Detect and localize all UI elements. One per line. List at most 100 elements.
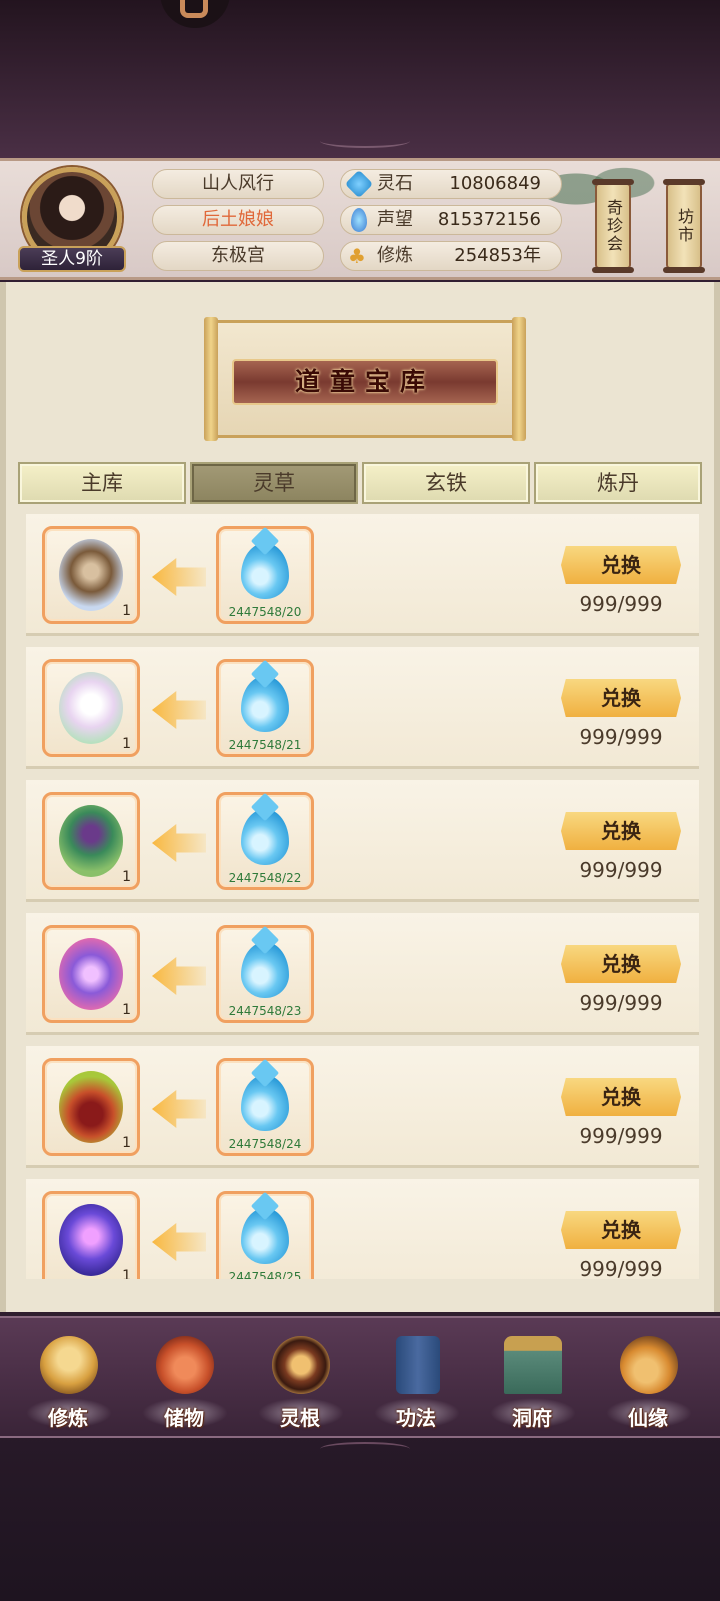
exchange-list[interactable]: 1 2447548/20 兑换 999/999 1 2447548/21 兑换 … (26, 514, 699, 1279)
nav-storage[interactable]: 储物 (134, 1328, 234, 1432)
item-slot[interactable]: 1 (42, 526, 140, 624)
top-ornament (320, 134, 410, 148)
nav-cave-mansion[interactable]: 洞府 (482, 1328, 582, 1432)
player-name: 山人风行 (152, 169, 324, 199)
cost-label: 2447548/24 (228, 1137, 302, 1151)
exchange-arrow-icon (152, 824, 206, 862)
exchange-button[interactable]: 兑换 (561, 812, 681, 850)
cost-label: 2447548/25 (228, 1270, 302, 1279)
item-slot[interactable]: 1 (42, 925, 140, 1023)
list-item: 1 2447548/25 兑换 999/999 (26, 1179, 699, 1279)
exchange-arrow-icon (152, 957, 206, 995)
stat-value: 254853年 (454, 245, 541, 266)
nav-fate[interactable]: 仙缘 (598, 1328, 698, 1432)
cost-label: 2447548/22 (228, 871, 302, 885)
spirit-water-icon (241, 809, 289, 865)
nav-cultivation[interactable]: 修炼 (18, 1328, 118, 1432)
market-button[interactable]: 坊市 (663, 179, 705, 273)
list-item: 1 2447548/20 兑换 999/999 (26, 514, 699, 636)
stock-count: 999/999 (579, 1257, 663, 1279)
exchange-arrow-icon (152, 1090, 206, 1128)
exchange-arrow-icon (152, 1223, 206, 1261)
cost-slot[interactable]: 2447548/20 (216, 526, 314, 624)
treasure-fair-button[interactable]: 奇珍会 (592, 179, 634, 273)
nav-spirit-root[interactable]: 灵根 (250, 1328, 350, 1432)
nav-label: 仙缘 (628, 1406, 668, 1430)
item-slot[interactable]: 1 (42, 1191, 140, 1279)
nav-label: 储物 (164, 1406, 204, 1430)
stat-value: 815372156 (437, 209, 541, 230)
list-item: 1 2447548/22 兑换 999/999 (26, 780, 699, 902)
stock-count: 999/999 (579, 991, 663, 1015)
rank-badge: 圣人9阶 (18, 246, 126, 272)
peacock-feather-icon (59, 805, 123, 877)
cost-slot[interactable]: 2447548/22 (216, 792, 314, 890)
player-faction: 东极宫 (152, 241, 324, 271)
stock-count: 999/999 (579, 725, 663, 749)
tab-main-vault[interactable]: 主库 (18, 462, 186, 504)
item-quantity: 1 (122, 603, 131, 619)
exchange-arrow-icon (152, 691, 206, 729)
nav-label: 洞府 (512, 1406, 552, 1430)
exchange-button[interactable]: 兑换 (561, 945, 681, 983)
player-title: 后土娘娘 (152, 205, 324, 235)
bottom-ornament (320, 1442, 410, 1456)
crystal-flower-icon (59, 938, 123, 1010)
spirit-water-icon (241, 543, 289, 599)
exchange-button[interactable]: 兑换 (561, 1078, 681, 1116)
cost-slot[interactable]: 2447548/23 (216, 925, 314, 1023)
list-item: 1 2447548/23 兑换 999/999 (26, 913, 699, 1035)
cultivation-icon (40, 1336, 98, 1394)
app-logo-icon (180, 0, 208, 18)
spirit-stone-icon (344, 169, 374, 199)
item-slot[interactable]: 1 (42, 792, 140, 890)
list-item: 1 2447548/21 兑换 999/999 (26, 647, 699, 769)
cost-label: 2447548/20 (228, 605, 302, 619)
stat-reputation: 声望 815372156 (340, 205, 562, 235)
stat-label: 修炼 (377, 245, 413, 266)
cost-slot[interactable]: 2447548/21 (216, 659, 314, 757)
item-quantity: 1 (122, 1135, 131, 1151)
technique-book-icon (396, 1336, 440, 1394)
purple-lotus-icon (59, 1204, 123, 1276)
tab-dark-iron[interactable]: 玄铁 (362, 462, 530, 504)
banner-cap-right (512, 317, 526, 441)
exchange-button[interactable]: 兑换 (561, 1211, 681, 1249)
storage-bag-icon (156, 1336, 214, 1394)
exchange-button[interactable]: 兑换 (561, 679, 681, 717)
list-item: 1 2447548/24 兑换 999/999 (26, 1046, 699, 1168)
player-header: 圣人9阶 山人风行 后土娘娘 东极宫 灵石 10806849 声望 815372… (0, 158, 720, 280)
stock-count: 999/999 (579, 858, 663, 882)
bottom-nav: 修炼 储物 灵根 功法 洞府 仙缘 (0, 1316, 720, 1438)
cost-label: 2447548/21 (228, 738, 302, 752)
tab-alchemy[interactable]: 炼丹 (534, 462, 702, 504)
item-slot[interactable]: 1 (42, 659, 140, 757)
cost-slot[interactable]: 2447548/25 (216, 1191, 314, 1279)
stat-spirit-stone: 灵石 10806849 (340, 169, 562, 199)
spirit-water-icon (241, 1208, 289, 1264)
exchange-arrow-icon (152, 558, 206, 596)
exchange-button[interactable]: 兑换 (561, 546, 681, 584)
nav-label: 修炼 (48, 1406, 88, 1430)
vault-panel: 道童宝库 主库 灵草 玄铁 炼丹 1 2447548/20 兑换 999/999… (0, 282, 720, 1312)
spirit-root-icon (272, 1336, 330, 1394)
cost-slot[interactable]: 2447548/24 (216, 1058, 314, 1156)
nav-technique[interactable]: 功法 (366, 1328, 466, 1432)
meditation-icon: ♣ (348, 244, 366, 268)
vault-title: 道童宝库 (232, 359, 498, 405)
stock-count: 999/999 (579, 592, 663, 616)
vault-tabs: 主库 灵草 玄铁 炼丹 (18, 462, 704, 506)
item-slot[interactable]: 1 (42, 1058, 140, 1156)
stat-cultivation: ♣ 修炼 254853年 (340, 241, 562, 271)
reputation-icon (351, 208, 367, 232)
spirit-water-icon (241, 676, 289, 732)
spirit-water-icon (241, 1075, 289, 1131)
spirit-water-icon (241, 942, 289, 998)
tab-spirit-herbs[interactable]: 灵草 (190, 462, 358, 504)
item-quantity: 1 (122, 1268, 131, 1279)
herb-root-icon (59, 539, 123, 611)
stat-value: 10806849 (449, 173, 541, 194)
banner-cap-left (204, 317, 218, 441)
vault-title-banner: 道童宝库 (204, 317, 526, 441)
cave-mansion-icon (504, 1336, 562, 1394)
